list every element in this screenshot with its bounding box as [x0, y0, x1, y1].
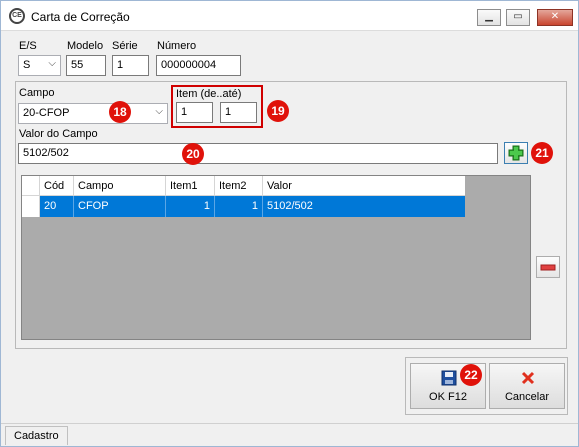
close-button[interactable]: ✕ — [537, 9, 573, 26]
chevron-down-icon: ⌵ — [48, 58, 56, 69]
callout-18: 18 — [109, 101, 131, 123]
cell-item2: 1 — [215, 196, 263, 217]
maximize-icon: ▭ — [513, 11, 523, 22]
cell-cod: 20 — [40, 196, 74, 217]
item-from-field[interactable]: 1 — [176, 102, 213, 123]
es-label: E/S — [19, 40, 37, 52]
callout-22: 22 — [460, 364, 482, 386]
add-button[interactable] — [504, 142, 528, 164]
cancel-x-icon — [521, 371, 535, 385]
plus-icon — [508, 145, 524, 161]
grid-header-item1[interactable]: Item1 — [166, 176, 215, 196]
campo-value: 20-CFOP — [23, 107, 70, 119]
table-row[interactable]: 20 CFOP 1 1 5102/502 — [22, 196, 465, 217]
numero-field[interactable]: 000000004 — [156, 55, 241, 76]
close-icon: ✕ — [550, 11, 560, 22]
status-bar: Cadastro — [1, 423, 578, 446]
valor-campo-label: Valor do Campo — [19, 128, 98, 140]
modelo-field[interactable]: 55 — [66, 55, 106, 76]
cell-valor: 5102/502 — [267, 200, 313, 212]
callout-19: 19 — [267, 100, 289, 122]
es-value: S — [23, 59, 31, 71]
serie-label: Série — [112, 40, 138, 52]
save-icon — [441, 370, 457, 386]
title-bar: CE Carta de Correção ▁ ▭ ✕ — [1, 1, 578, 31]
cancel-button-label: Cancelar — [504, 391, 550, 403]
grid-header-indicator — [22, 176, 40, 196]
cell-campo: CFOP — [74, 196, 166, 217]
modelo-label: Modelo — [67, 40, 104, 52]
campo-label: Campo — [19, 87, 55, 99]
es-select[interactable]: S ⌵ — [18, 55, 61, 76]
grid-header-campo[interactable]: Campo — [74, 176, 166, 196]
item-to-field[interactable]: 1 — [220, 102, 257, 123]
cancel-button[interactable]: Cancelar — [489, 363, 565, 409]
grid-header-cod[interactable]: Cód — [40, 176, 74, 196]
minus-icon — [540, 264, 556, 271]
callout-20: 20 — [182, 143, 204, 165]
window-title: Carta de Correção — [31, 10, 130, 24]
grid-header-item2[interactable]: Item2 — [215, 176, 263, 196]
item-range-label: Item (de..até) — [176, 88, 242, 100]
tab-cadastro[interactable]: Cadastro — [5, 426, 68, 445]
app-icon: CE — [9, 8, 25, 24]
callout-21: 21 — [531, 142, 553, 164]
corrections-grid[interactable]: Cód Campo Item1 Item2 Valor 20 CFOP 1 1 … — [21, 175, 531, 340]
row-indicator — [22, 196, 40, 217]
grid-header-valor[interactable]: Valor — [263, 176, 465, 196]
minimize-icon: ▁ — [485, 11, 493, 22]
minimize-button[interactable]: ▁ — [477, 9, 501, 26]
chevron-down-icon: ⌵ — [155, 106, 163, 117]
ok-button-label: OK F12 — [429, 391, 467, 403]
campo-select[interactable]: 20-CFOP ⌵ — [18, 103, 168, 124]
cell-item1: 1 — [166, 196, 215, 217]
grid-header: Cód Campo Item1 Item2 Valor — [22, 176, 465, 196]
numero-label: Número — [157, 40, 197, 52]
serie-field[interactable]: 1 — [112, 55, 149, 76]
valor-campo-field[interactable]: 5102/502 — [18, 143, 498, 164]
maximize-button[interactable]: ▭ — [506, 9, 530, 26]
remove-button[interactable] — [536, 256, 560, 278]
carta-correcao-window: CE Carta de Correção ▁ ▭ ✕ E/S S ⌵ Model… — [0, 0, 579, 447]
